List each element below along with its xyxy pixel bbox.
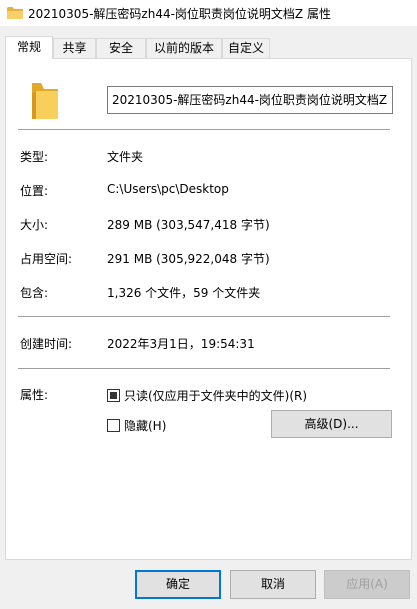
separator: [18, 316, 390, 317]
tab-strip: 常规 共享 安全 以前的版本 自定义: [0, 36, 417, 59]
created-label: 创建时间:: [20, 337, 73, 351]
tab-sharing[interactable]: 共享: [53, 38, 96, 58]
advanced-button[interactable]: 高级(D)...: [271, 410, 392, 438]
cancel-button[interactable]: 取消: [230, 570, 316, 599]
location-value[interactable]: C:\Users\pc\Desktop: [107, 182, 229, 196]
hidden-checkbox-label[interactable]: 隐藏(H): [124, 417, 166, 434]
type-value: 文件夹: [107, 150, 144, 164]
size-on-disk-value: 291 MB (305,922,048 字节): [107, 252, 270, 266]
size-label: 大小:: [20, 218, 49, 232]
attributes-label: 属性:: [20, 388, 49, 402]
size-value: 289 MB (303,547,418 字节): [107, 218, 270, 232]
folder-icon: [7, 7, 23, 19]
type-label: 类型:: [20, 150, 49, 164]
apply-button[interactable]: 应用(A): [324, 570, 410, 599]
readonly-checkbox-label[interactable]: 只读(仅应用于文件夹中的文件)(R): [124, 387, 307, 404]
window-title: 20210305-解压密码zh44-岗位职责岗位说明文档Z 属性: [28, 7, 331, 21]
tab-customize[interactable]: 自定义: [222, 38, 270, 58]
contains-value: 1,326 个文件，59 个文件夹: [107, 286, 261, 300]
general-panel: 20210305-解压密码zh44-岗位职责岗位说明文档Z 类型: 文件夹 位置…: [5, 58, 412, 560]
separator: [18, 368, 390, 369]
tab-general[interactable]: 常规: [5, 36, 53, 59]
folder-name-input[interactable]: 20210305-解压密码zh44-岗位职责岗位说明文档Z: [107, 86, 393, 114]
location-label: 位置:: [20, 184, 49, 198]
separator: [18, 129, 390, 130]
tab-security[interactable]: 安全: [96, 38, 146, 58]
title-bar: 20210305-解压密码zh44-岗位职责岗位说明文档Z 属性: [0, 0, 417, 26]
tab-previous-versions[interactable]: 以前的版本: [146, 38, 222, 58]
hidden-checkbox[interactable]: [107, 419, 120, 432]
readonly-checkbox[interactable]: [107, 389, 120, 402]
folder-icon: [32, 83, 58, 119]
size-on-disk-label: 占用空间:: [20, 252, 73, 266]
created-value: 2022年3月1日，19:54:31: [107, 337, 255, 351]
contains-label: 包含:: [20, 286, 49, 300]
ok-button[interactable]: 确定: [135, 570, 221, 599]
